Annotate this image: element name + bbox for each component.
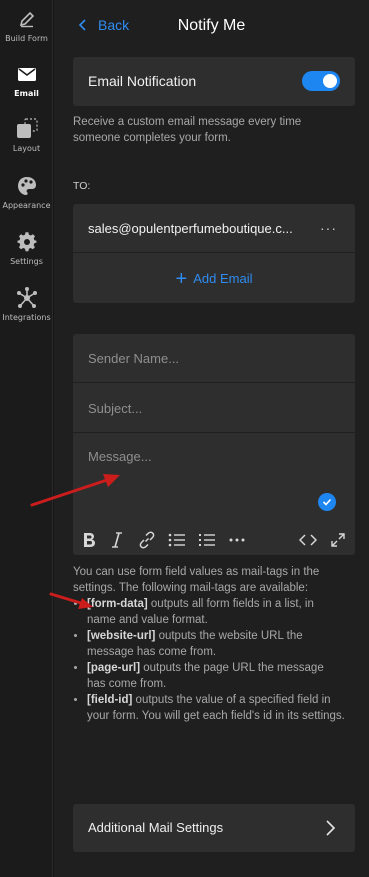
envelope-icon — [16, 63, 38, 85]
mail-tags-list: [form-data] outputs all form fields in a… — [73, 596, 345, 724]
plus-icon: + — [175, 267, 188, 290]
rail-item-label: Build Form — [5, 34, 48, 43]
email-notification-toggle[interactable] — [302, 71, 340, 91]
message-field — [73, 434, 355, 524]
add-email-label: Add Email — [193, 271, 253, 286]
chevron-right-icon — [326, 820, 336, 836]
recipient-row: sales@opulentperfumeboutique.c... ··· — [73, 204, 355, 253]
bullet-list-icon[interactable] — [168, 531, 186, 549]
rail-item-label: Email — [14, 89, 39, 98]
panel-header: Back Notify Me — [54, 0, 369, 56]
rail-item-appearance[interactable]: Appearance — [0, 175, 53, 210]
rail-item-build-form[interactable]: Build Form — [0, 8, 53, 43]
additional-mail-settings-label: Additional Mail Settings — [88, 820, 224, 835]
message-input[interactable] — [88, 449, 340, 509]
list-item: [field-id] outputs the value of a specif… — [87, 692, 345, 724]
rail-item-label: Integrations — [2, 313, 51, 322]
toggle-knob — [323, 74, 337, 88]
left-rail: Build Form Email Layout Appearance Setti… — [0, 0, 53, 877]
check-icon[interactable] — [318, 493, 336, 511]
editor-toolbar — [73, 525, 355, 555]
integrations-icon — [16, 287, 38, 309]
layout-icon — [16, 118, 38, 140]
italic-icon[interactable] — [108, 531, 126, 549]
subject-input[interactable] — [88, 398, 340, 418]
mail-tag: [page-url] — [87, 662, 141, 674]
link-icon[interactable] — [138, 531, 156, 549]
mail-tags-help: You can use form field values as mail-ta… — [73, 564, 345, 724]
expand-icon[interactable] — [329, 531, 347, 549]
more-options-button[interactable]: ··· — [320, 220, 337, 236]
add-email-button[interactable]: + Add Email — [73, 254, 355, 303]
compose-card — [73, 334, 355, 555]
sender-name-input[interactable] — [88, 348, 340, 368]
recipients-card: sales@opulentperfumeboutique.c... ··· + … — [73, 204, 355, 303]
mail-tag: [field-id] — [87, 694, 133, 706]
pencil-icon — [16, 8, 38, 30]
mail-tag: [form-data] — [87, 598, 148, 610]
email-notification-row: Email Notification — [73, 57, 355, 106]
mail-tags-intro: You can use form field values as mail-ta… — [73, 566, 320, 594]
gear-icon — [16, 231, 38, 253]
list-item: [website-url] outputs the website URL th… — [87, 628, 345, 660]
subject-field — [73, 384, 355, 433]
rail-item-label: Settings — [10, 257, 43, 266]
to-label: TO: — [73, 180, 91, 192]
rail-item-label: Layout — [12, 144, 41, 153]
rail-item-email[interactable]: Email — [0, 63, 53, 98]
page-title: Notify Me — [177, 17, 246, 34]
numbered-list-icon[interactable] — [198, 531, 216, 549]
email-notification-label: Email Notification — [88, 73, 197, 89]
additional-mail-settings-button[interactable]: Additional Mail Settings — [73, 804, 355, 852]
rail-item-layout[interactable]: Layout — [0, 118, 53, 153]
bold-icon[interactable] — [80, 531, 98, 549]
notify-panel: Back Notify Me Email Notification Receiv… — [54, 0, 369, 877]
mail-tag: [website-url] — [87, 630, 156, 642]
rail-item-label: Appearance — [2, 201, 51, 210]
recipient-email[interactable]: sales@opulentperfumeboutique.c... — [88, 221, 298, 236]
palette-icon — [16, 175, 38, 197]
email-notification-help: Receive a custom email message every tim… — [73, 116, 302, 144]
code-icon[interactable] — [299, 531, 317, 549]
more-tools-icon[interactable] — [228, 531, 246, 549]
sender-name-field — [73, 334, 355, 383]
rail-item-settings[interactable]: Settings — [0, 231, 53, 266]
rail-item-integrations[interactable]: Integrations — [0, 287, 53, 322]
list-item: [page-url] outputs the page URL the mess… — [87, 660, 345, 692]
list-item: [form-data] outputs all form fields in a… — [87, 596, 345, 628]
